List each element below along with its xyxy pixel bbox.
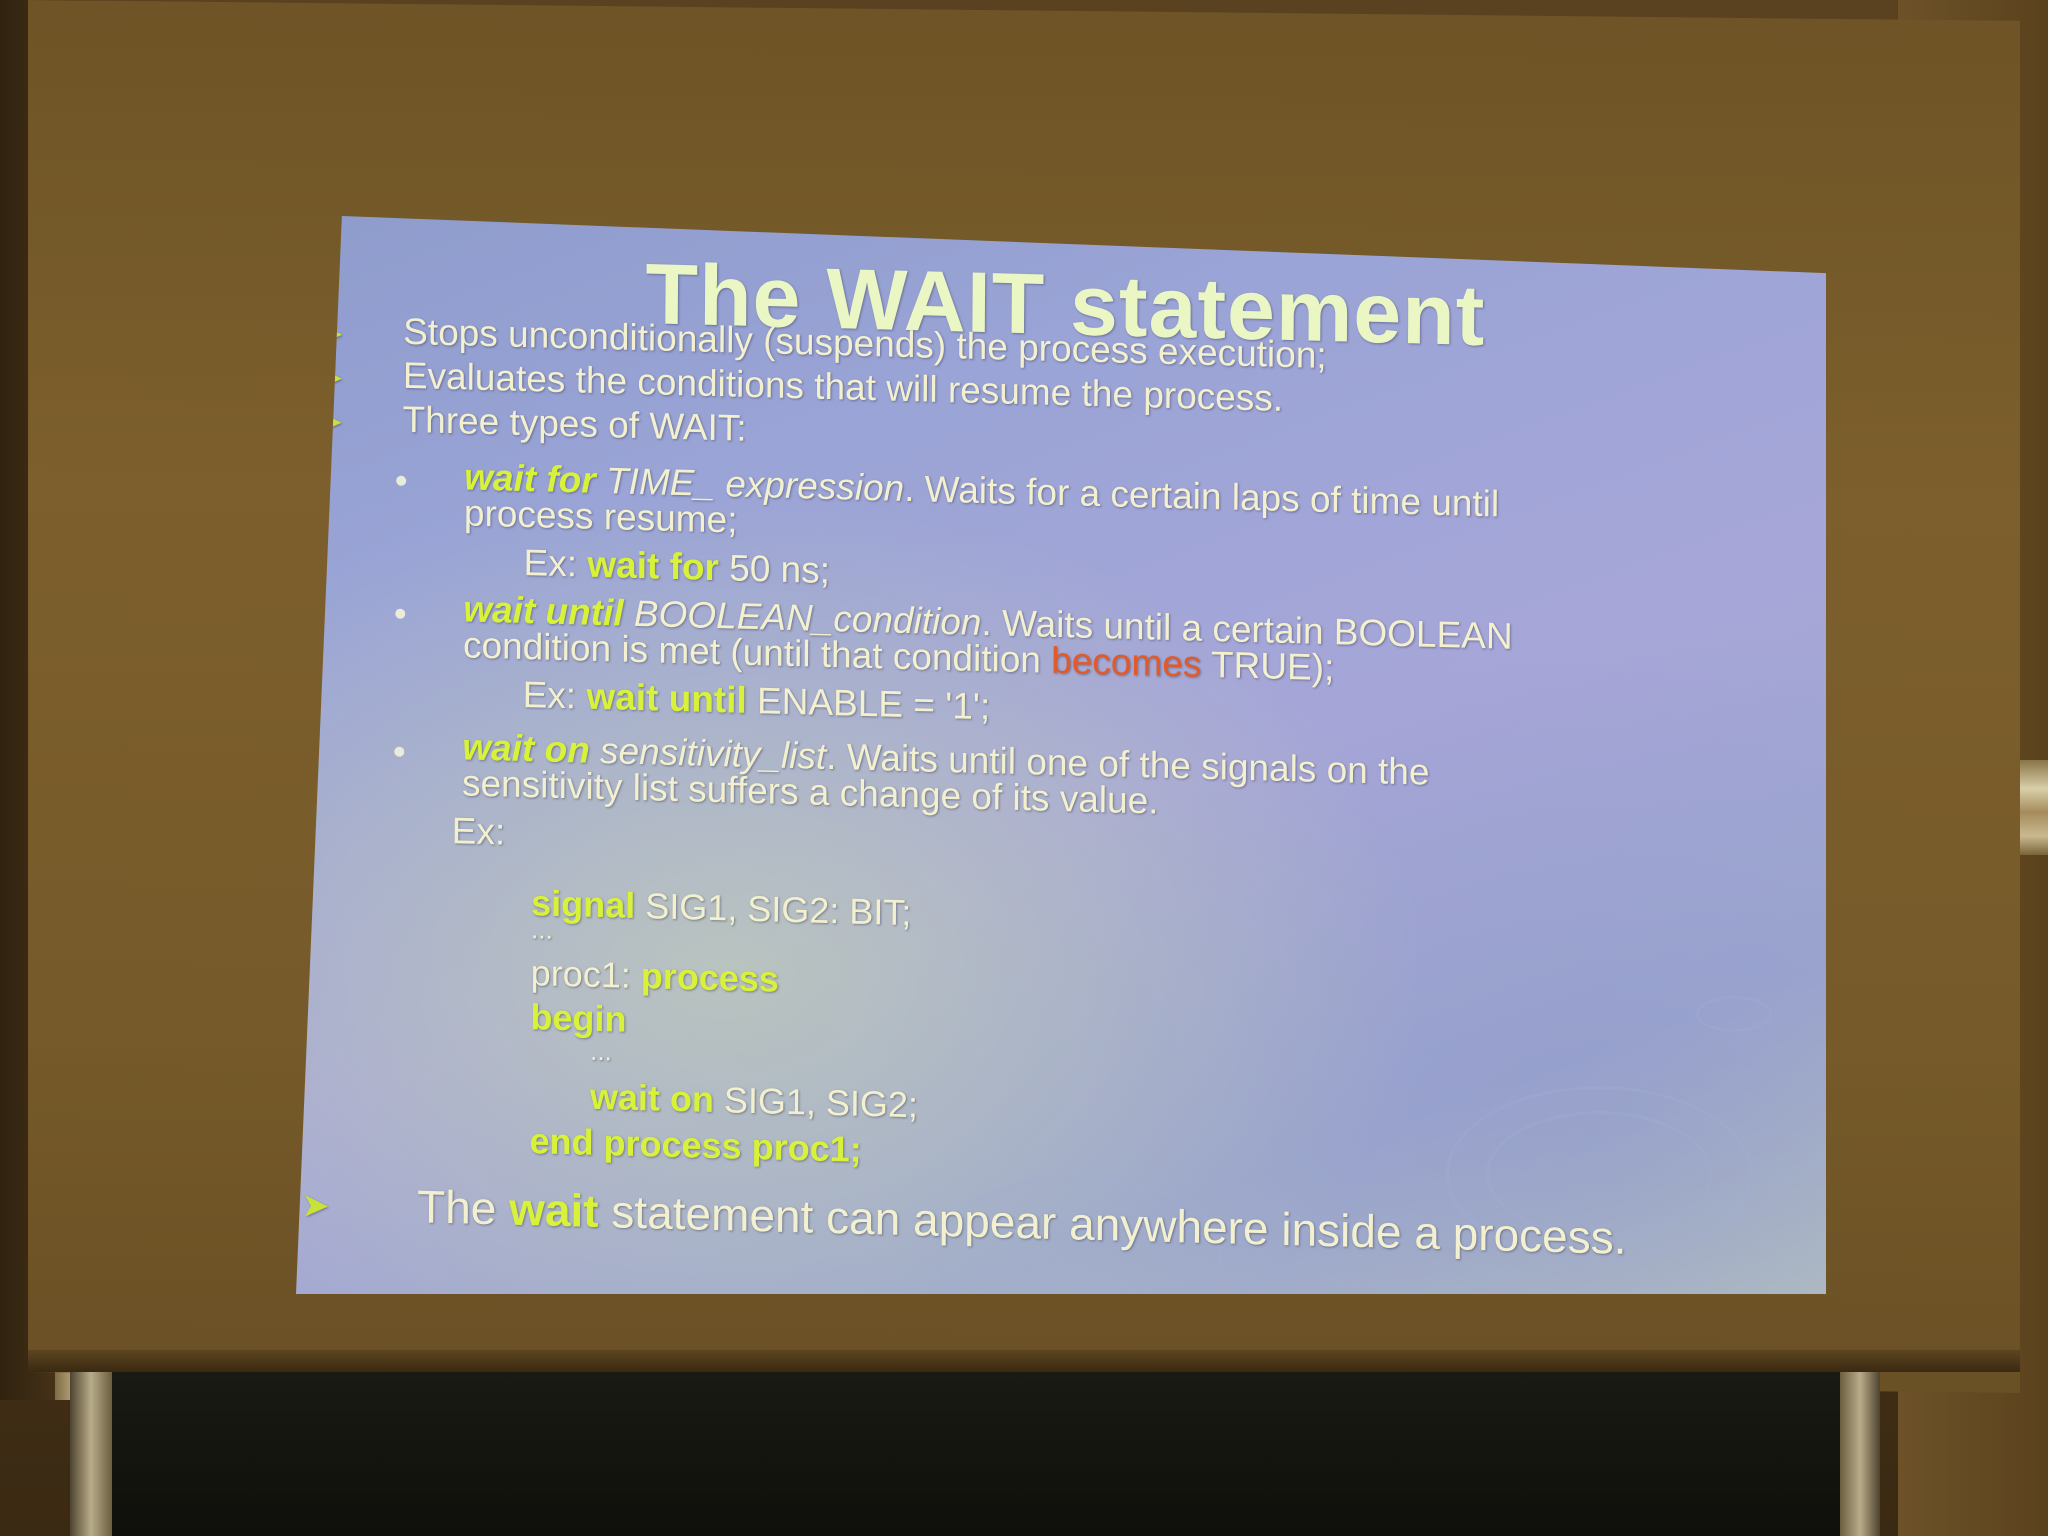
chalkboard-frame-right [1840,1372,1880,1536]
screen-bottom-edge [28,1350,2020,1372]
chalkboard-frame-left [70,1372,112,1536]
code-line: wait on SIG1, SIG2; [590,1076,918,1127]
arrow-bullet-icon: ➤ [302,1189,329,1223]
description-part: TRUE); [1210,643,1335,689]
lecture-room-scene: The WAIT statement ➤ Stops unconditional… [0,0,2048,1536]
description: . Waits for a certain laps of time until [904,467,1500,525]
round-bullet-icon [395,608,406,619]
code-text: proc1; [751,1125,862,1170]
round-bullet-icon [394,746,405,757]
code-keyword: end process [529,1120,742,1167]
highlight-word: becomes [1051,639,1202,685]
keyword: wait for [587,543,720,589]
code-text: SIG1, SIG2; [723,1079,919,1126]
code-keyword: begin [530,996,627,1040]
footer-keyword: wait [508,1182,599,1237]
code-keyword: process [640,955,780,1000]
example-prefix: Ex: [523,541,578,585]
example-rest: 50 ns; [729,547,831,591]
code-ellipsis: ... [590,1035,612,1067]
wait-on-example-label: Ex: [451,810,506,853]
code-line: signal SIG1, SIG2: BIT; [531,882,911,934]
example-prefix: Ex: [522,673,577,717]
wait-until-example: Ex: wait until ENABLE = '1'; [523,674,991,728]
code-line: proc1: process [531,952,779,1000]
footer-part: statement can appear anywhere inside a p… [611,1185,1627,1264]
wait-for-description-cont: process resume; [463,492,738,541]
example-rest: ENABLE = '1'; [756,680,991,728]
wait-for-example: Ex: wait for 50 ns; [523,542,830,592]
code-ellipsis: ... [530,914,553,945]
code-text: SIG1, SIG2: BIT; [645,885,912,934]
code-line: end process proc1; [529,1120,861,1171]
footer-part: The [416,1180,497,1235]
code-keyword: wait on [589,1075,715,1120]
footer-text: The wait statement can appear anywhere i… [417,1179,1627,1265]
chalkboard [110,1372,1880,1536]
code-line: begin [530,996,626,1041]
code-text: proc1: [530,952,631,996]
bullet-text: Three types of WAIT: [402,398,747,449]
round-bullet-icon [396,475,407,486]
keyword: wait until [586,675,747,721]
projected-slide: The WAIT statement ➤ Stops unconditional… [296,216,1826,1294]
